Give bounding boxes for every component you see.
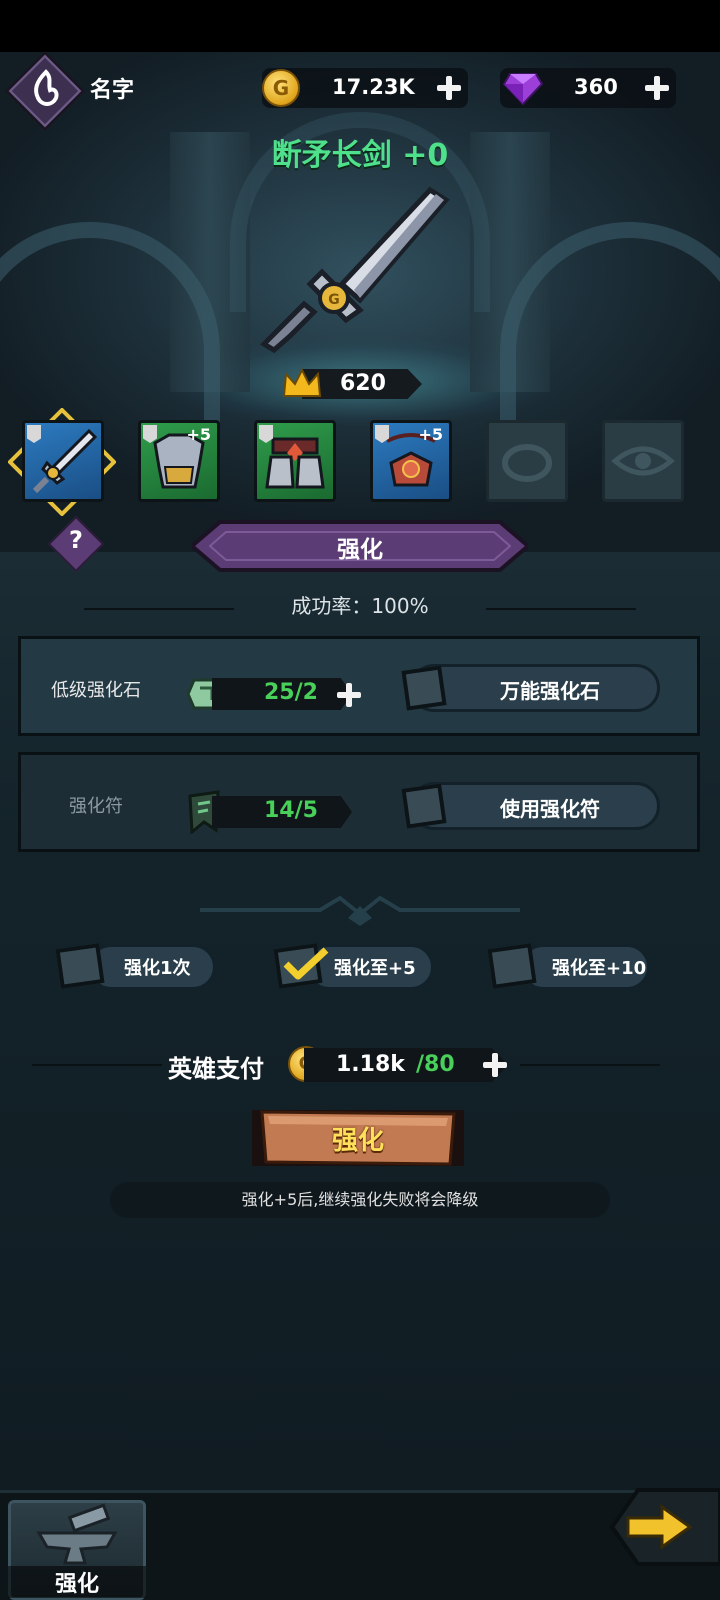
slot-ring-empty[interactable] — [486, 420, 568, 502]
gem-counter: 360 — [500, 68, 676, 108]
add-gems-plus-icon[interactable] — [644, 75, 670, 101]
mode-to-plus10[interactable]: 强化至+10 — [487, 942, 660, 992]
gold-amount: 17.23K — [332, 75, 415, 99]
pay-cost: 1.18k — [336, 1052, 405, 1077]
back-arrow-button[interactable] — [608, 1482, 720, 1572]
gold-counter: G 17.23K — [262, 68, 468, 108]
tab-enhance-label: 强化 — [8, 1566, 146, 1598]
add-gold-plus-icon[interactable] — [436, 75, 462, 101]
slot-boots[interactable] — [254, 420, 336, 502]
mode-once[interactable]: 强化1次 — [55, 942, 218, 992]
status-bar — [0, 0, 720, 52]
pay-bar — [304, 1048, 508, 1082]
sword-large-icon: G — [259, 186, 450, 354]
equipment-slots: +5 +5 — [0, 408, 720, 516]
charm-count: 14/5 — [264, 798, 318, 823]
add-stone-plus-icon[interactable] — [336, 682, 362, 708]
question-mark-icon: ? — [69, 526, 83, 554]
stone-label: 低级强化石 — [51, 680, 141, 701]
anvil-icon — [36, 1503, 118, 1565]
flame-rune-icon — [26, 68, 66, 112]
stone-count: 25/2 — [264, 680, 318, 705]
mode-to-plus10-label: 强化至+10 — [552, 958, 647, 979]
mode-once-checkbox[interactable] — [55, 943, 105, 989]
crown-icon — [282, 367, 322, 397]
charm-label: 强化符 — [69, 796, 123, 817]
section-title: 强化 — [337, 537, 383, 563]
item-title: 断矛长剑 +0 — [271, 138, 449, 173]
power-rating: 620 — [282, 366, 432, 402]
add-payment-plus-icon[interactable] — [482, 1052, 508, 1078]
enhance-button-label: 强化 — [331, 1126, 384, 1156]
mode-to-plus10-checkbox[interactable] — [487, 943, 537, 989]
eye-icon — [611, 446, 675, 476]
svg-text:G: G — [328, 292, 340, 308]
divider-ornament — [200, 895, 520, 926]
player-name: 名字 — [90, 78, 135, 103]
downgrade-warning: 强化+5后,继续强化失败将会降级 — [110, 1182, 610, 1218]
gold-coin-icon: G — [262, 69, 300, 107]
power-value: 620 — [340, 371, 386, 396]
success-rate: 成功率：100% — [291, 594, 429, 618]
slot-charm-empty[interactable] — [602, 420, 684, 502]
mode-once-label: 强化1次 — [124, 958, 191, 979]
slot-amulet[interactable]: +5 — [370, 420, 452, 502]
mode-to-plus5-label: 强化至+5 — [334, 958, 416, 979]
pay-owned: /80 — [416, 1052, 455, 1077]
use-charm-label: 使用强化符 — [500, 797, 600, 821]
slot-armor[interactable]: +5 — [138, 420, 220, 502]
slot-sword[interactable] — [22, 420, 104, 502]
mode-to-plus5[interactable]: 强化至+5 — [273, 942, 436, 992]
universal-stone-label: 万能强化石 — [500, 679, 600, 703]
ring-icon — [502, 444, 552, 482]
hero-pay-label: 英雄支付 — [168, 1055, 264, 1083]
purple-gem-icon — [502, 73, 544, 106]
checkmark-icon — [283, 947, 329, 980]
gem-amount: 360 — [574, 75, 618, 99]
